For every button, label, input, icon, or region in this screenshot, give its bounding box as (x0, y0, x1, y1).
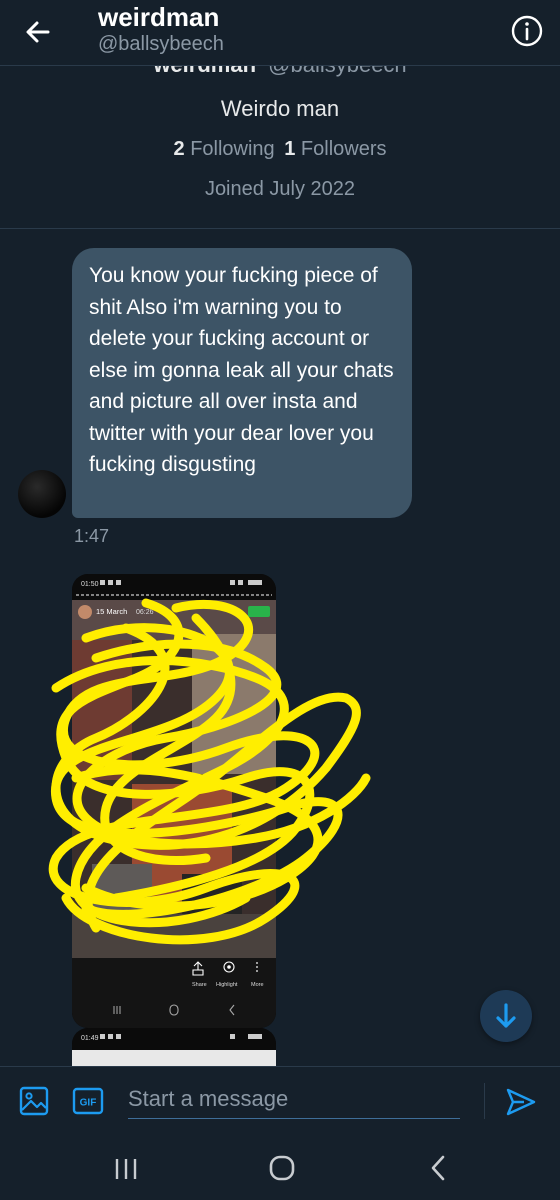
image-attachment-2[interactable]: 01:49 (72, 1028, 276, 1066)
conversation-handle: @ballsybeech (98, 33, 224, 55)
following-label[interactable]: Following (190, 138, 274, 160)
share-label: Share (192, 982, 207, 988)
conversation-title[interactable]: weirdman (98, 2, 219, 33)
message-bubble[interactable]: You know your fucking piece of shit Also… (72, 248, 412, 518)
attachment-status-time: 01:50 (81, 581, 99, 588)
gif-icon[interactable]: GIF (72, 1086, 104, 1116)
more-icon (256, 962, 258, 964)
profile-name: weirdman (153, 66, 256, 77)
profile-name-partial: weirdman @ballsybeech (0, 66, 560, 78)
profile-bio: Weirdo man (220, 96, 340, 121)
system-back-icon[interactable] (428, 1154, 448, 1182)
scroll-to-bottom-button[interactable] (480, 990, 532, 1042)
composer-divider (484, 1083, 485, 1119)
profile-handle: @ballsybeech (268, 66, 407, 77)
image-attachment[interactable]: 01:50 15 March 06:26 Share Highlight Mor… (72, 574, 276, 1028)
arrow-down-icon (496, 1003, 516, 1028)
message-input[interactable] (128, 1079, 460, 1119)
avatar[interactable] (18, 470, 66, 518)
conversation-header: weirdman @ballsybeech (0, 0, 560, 66)
message-timestamp: 1:47 (74, 526, 110, 546)
divider (0, 228, 560, 229)
back-arrow-icon[interactable] (20, 14, 56, 50)
info-icon[interactable] (510, 14, 544, 48)
home-icon[interactable] (268, 1154, 296, 1182)
conversation-scroll-area[interactable]: weirdman @ballsybeech Weirdo man 2 Follo… (0, 66, 560, 1066)
highlight-label: Highlight (216, 982, 238, 988)
image-icon[interactable] (18, 1085, 50, 1117)
joined-date: Joined July 2022 (204, 178, 356, 200)
following-count: 2 (173, 138, 185, 160)
send-icon[interactable] (504, 1085, 538, 1119)
attachment-time: 06:26 (136, 609, 154, 616)
gif-label: GIF (80, 1098, 97, 1109)
followers-label[interactable]: Followers (301, 138, 387, 160)
follow-stats: 2 Following 1 Followers (0, 138, 560, 161)
system-nav-bar (0, 1136, 560, 1200)
more-label: More (251, 982, 264, 988)
attachment-date: 15 March (96, 607, 127, 616)
followers-count: 1 (284, 138, 296, 160)
attachment2-status-time: 01:49 (81, 1035, 99, 1042)
recent-apps-icon[interactable] (112, 1156, 140, 1182)
message-composer: GIF (0, 1066, 560, 1136)
